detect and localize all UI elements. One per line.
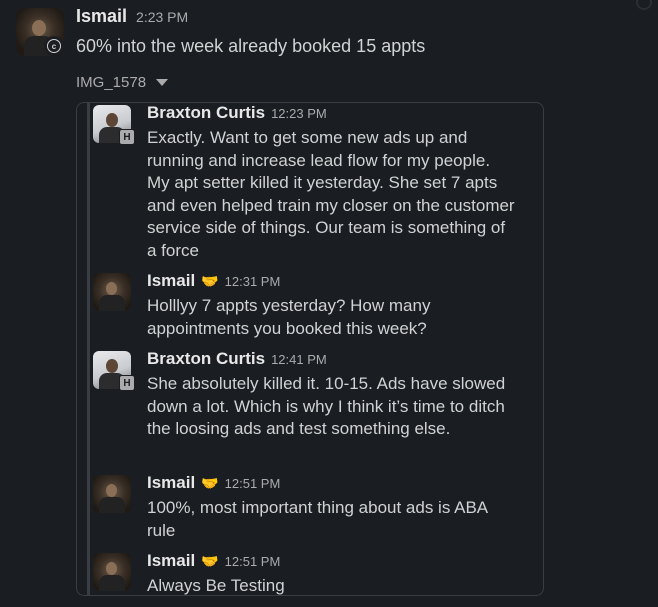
thread-message-text: Holllyy 7 appts yesterday? How many appo…	[147, 296, 431, 338]
thread-message-text: 100%, most important thing about ads is …	[147, 498, 488, 540]
handshake-icon: 🤝	[201, 475, 219, 491]
thread-message-text: Always Be Testing	[147, 576, 285, 595]
thread-timestamp: 12:51 PM	[224, 554, 281, 569]
message-timestamp[interactable]: 2:23 PM	[136, 9, 188, 25]
avatar	[93, 553, 131, 591]
status-badge: H	[119, 129, 135, 145]
thread-header: Ismail 🤝 12:51 PM	[147, 551, 280, 571]
thread-sender-name: Ismail	[147, 473, 196, 492]
handshake-icon: 🤝	[201, 273, 219, 289]
clock-icon: c	[44, 36, 64, 56]
thread-divider	[87, 103, 90, 595]
avatar	[93, 475, 131, 513]
message-text: 60% into the week already booked 15 appt…	[76, 36, 426, 56]
thread-timestamp: 12:23 PM	[271, 106, 327, 121]
handshake-icon: 🤝	[201, 553, 219, 569]
avatar	[93, 273, 131, 311]
thread-header: Ismail 🤝 12:51 PM	[147, 473, 280, 493]
status-badge: H	[119, 375, 135, 391]
thread-timestamp: 12:51 PM	[224, 476, 281, 491]
thread-sender-name: Ismail	[147, 551, 196, 570]
thread-header: Braxton Curtis 12:41 PM	[147, 349, 327, 369]
thread-sender-name: Braxton Curtis	[147, 349, 266, 368]
message-header: Ismail 2:23 PM	[76, 6, 188, 27]
thread-message-text: She absolutely killed it. 10-15. Ads hav…	[147, 374, 506, 438]
caret-down-icon	[156, 79, 169, 86]
sender-name[interactable]: Ismail	[76, 6, 127, 27]
thread-sender-name: Ismail	[147, 271, 196, 290]
image-attachment[interactable]: H Braxton Curtis 12:23 PM Exactly. Want …	[76, 102, 544, 596]
thread-message-text: Exactly. Want to get some new ads up and…	[147, 128, 515, 260]
thread-timestamp: 12:31 PM	[224, 274, 281, 289]
thread-timestamp: 12:41 PM	[271, 352, 327, 367]
thread-header: Ismail 🤝 12:31 PM	[147, 271, 280, 291]
corner-circle-icon	[636, 0, 652, 10]
message-view: c Ismail 2:23 PM 60% into the week alrea…	[0, 0, 658, 607]
thread-sender-name: Braxton Curtis	[147, 103, 266, 122]
thread-header: Braxton Curtis 12:23 PM	[147, 103, 327, 123]
attachment-toggle[interactable]: IMG_1578	[76, 74, 169, 91]
attachment-name: IMG_1578	[76, 74, 147, 91]
